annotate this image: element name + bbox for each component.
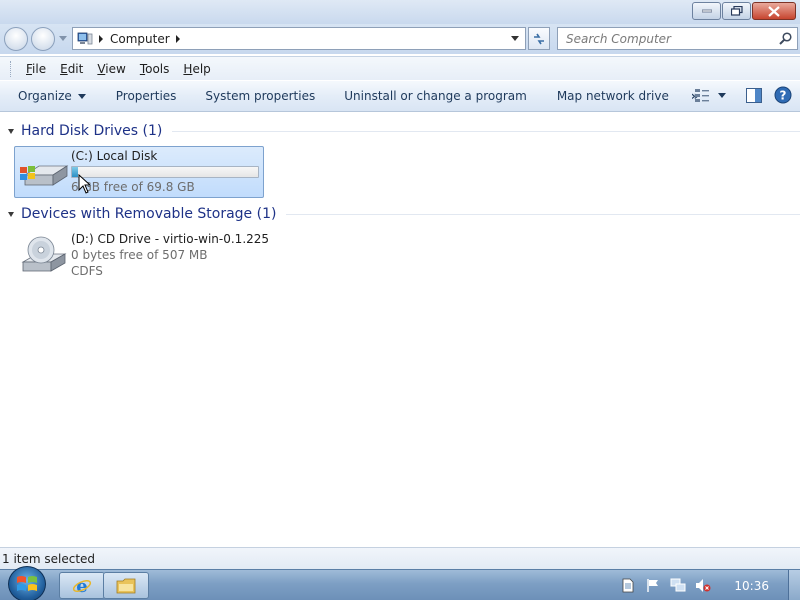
menu-edit-label: dit xyxy=(67,61,84,76)
close-icon xyxy=(768,5,780,17)
menu-tools[interactable]: Tools xyxy=(133,62,177,76)
windows-logo-icon xyxy=(17,576,37,591)
group-header-hard-disk[interactable]: Hard Disk Drives (1) xyxy=(8,121,800,141)
show-desktop-button[interactable] xyxy=(788,570,800,600)
uninstall-program-button[interactable]: Uninstall or change a program xyxy=(344,89,527,103)
minimize-button[interactable] xyxy=(692,2,721,20)
status-bar: 1 item selected xyxy=(0,547,800,569)
breadcrumb-computer[interactable]: Computer xyxy=(110,32,170,46)
help-icon[interactable]: ? xyxy=(774,86,792,104)
restore-button[interactable] xyxy=(722,2,751,20)
internet-explorer-icon: e xyxy=(72,576,92,596)
menu-view-label: iew xyxy=(105,61,126,76)
menu-view[interactable]: View xyxy=(90,62,132,76)
drive-c-tile[interactable]: (C:) Local Disk 6⁠ GB free of 69.8 GB xyxy=(14,146,264,198)
menu-file[interactable]: File xyxy=(19,62,53,76)
menu-grip xyxy=(10,60,13,77)
group-title: Hard Disk Drives (1) xyxy=(21,123,163,139)
map-network-drive-button[interactable]: Map network drive xyxy=(557,89,669,103)
address-bar[interactable]: Computer xyxy=(72,27,526,50)
cd-drive-icon xyxy=(21,236,67,272)
drive-d-free-space: 0 bytes free of 507 MB xyxy=(71,248,208,262)
status-text: 1 item selected xyxy=(2,551,96,566)
menu-tools-label: ools xyxy=(145,61,170,76)
address-row: Computer xyxy=(0,24,800,54)
network-icon[interactable] xyxy=(670,578,686,594)
minimize-icon xyxy=(701,9,712,13)
breadcrumb-separator[interactable] xyxy=(99,34,103,43)
menu-help[interactable]: Help xyxy=(176,62,217,76)
close-button[interactable] xyxy=(752,2,796,20)
refresh-button[interactable] xyxy=(528,27,550,50)
group-header-removable[interactable]: Devices with Removable Storage (1) xyxy=(8,204,800,224)
view-controls: ? xyxy=(694,86,792,104)
breadcrumb-separator[interactable] xyxy=(175,34,180,43)
group-divider xyxy=(286,213,800,215)
drive-d-filesystem: CDFS xyxy=(71,264,103,278)
search-icon[interactable] xyxy=(779,32,792,45)
search-box[interactable] xyxy=(557,27,798,50)
preview-pane-icon[interactable] xyxy=(746,87,762,103)
menu-edit-access-key: E xyxy=(60,61,68,76)
properties-button[interactable]: Properties xyxy=(116,89,177,103)
window-controls xyxy=(692,2,796,20)
drive-c-name: (C:) Local Disk xyxy=(71,149,158,163)
drive-c-usage-bar xyxy=(71,166,259,178)
folder-icon xyxy=(116,578,136,593)
view-icon xyxy=(695,89,709,102)
group-title: Devices with Removable Storage (1) xyxy=(21,206,277,222)
menu-edit[interactable]: Edit xyxy=(53,62,90,76)
start-button[interactable] xyxy=(8,566,46,600)
back-button[interactable] xyxy=(4,27,28,51)
taskbar-internet-explorer[interactable]: e xyxy=(59,572,105,599)
system-properties-button[interactable]: System properties xyxy=(205,89,315,103)
drive-d-name: (D:) CD Drive - virtio-win-0.1.225 xyxy=(71,232,270,246)
change-view-button[interactable] xyxy=(694,87,726,103)
search-input[interactable] xyxy=(558,28,768,49)
group-divider xyxy=(172,130,800,132)
title-bar xyxy=(0,0,800,24)
taskbar-windows-explorer[interactable] xyxy=(103,572,149,599)
action-center-flag-icon[interactable] xyxy=(645,578,661,594)
menu-help-label: elp xyxy=(192,61,211,76)
computer-icon xyxy=(77,32,93,44)
organize-label: Organize xyxy=(18,89,72,103)
notification-area: 10:36 xyxy=(620,570,800,600)
svg-text:?: ? xyxy=(780,89,787,103)
content-area: Hard Disk Drives (1) (C:) Local Disk 6⁠ … xyxy=(0,112,800,547)
taskbar: e 10:36 xyxy=(0,566,800,600)
forward-button[interactable] xyxy=(31,27,55,51)
address-history-dropdown[interactable] xyxy=(511,36,519,41)
menu-file-label: ile xyxy=(32,61,47,76)
document-icon[interactable] xyxy=(620,578,636,594)
recent-pages-dropdown[interactable] xyxy=(59,36,67,41)
drive-d-tile[interactable]: (D:) CD Drive - virtio-win-0.1.225 0 byt… xyxy=(14,229,269,281)
organize-button[interactable]: Organize xyxy=(18,89,86,103)
menu-bar: File Edit View Tools Help xyxy=(0,56,800,80)
svg-text:e: e xyxy=(76,576,87,596)
clock[interactable]: 10:36 xyxy=(734,579,769,593)
chevron-down-icon xyxy=(77,94,86,99)
chevron-down-icon xyxy=(718,92,726,98)
restore-icon xyxy=(730,6,743,16)
drive-c-usage-fill xyxy=(72,167,78,177)
collapse-icon[interactable] xyxy=(8,128,14,134)
collapse-icon[interactable] xyxy=(8,211,14,217)
hard-drive-icon xyxy=(20,165,69,186)
mouse-cursor-icon xyxy=(78,174,92,194)
command-bar: Organize Properties System properties Un… xyxy=(0,81,800,112)
volume-muted-icon[interactable] xyxy=(695,578,711,594)
refresh-icon xyxy=(534,33,544,44)
